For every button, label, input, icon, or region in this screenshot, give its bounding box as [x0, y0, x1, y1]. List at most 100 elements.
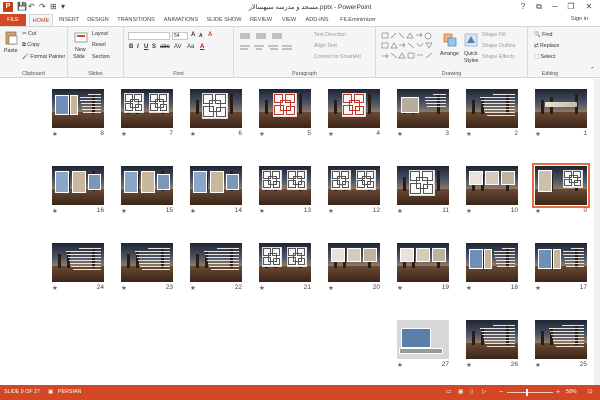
- reset-button[interactable]: Reset: [92, 42, 106, 48]
- slide-thumbnail[interactable]: [328, 89, 380, 128]
- align-text-button[interactable]: Align Text: [314, 43, 337, 49]
- tab-view[interactable]: VIEW: [279, 14, 299, 26]
- replace-button[interactable]: ⇄ Replace: [534, 43, 559, 49]
- ribbon-display-icon[interactable]: ⧉: [532, 1, 546, 13]
- new-slide-icon[interactable]: [74, 31, 88, 45]
- paragraph-format-icons[interactable]: [238, 32, 312, 54]
- arrange-icon[interactable]: [443, 33, 457, 47]
- slide-thumbnail[interactable]: [121, 243, 173, 282]
- paste-button[interactable]: Paste: [4, 48, 18, 54]
- language-indicator[interactable]: PERSIAN: [58, 385, 81, 400]
- font-color-button[interactable]: A: [200, 44, 204, 50]
- format-painter-button[interactable]: 🖌 Format Painter: [22, 54, 65, 60]
- slide-thumbnail[interactable]: [190, 166, 242, 205]
- cut-button[interactable]: ✂ Cut: [22, 31, 36, 37]
- new-slide-dropdown[interactable]: Slide: [73, 54, 85, 60]
- tab-animations[interactable]: ANIMATIONS: [161, 14, 201, 26]
- slide-thumbnail[interactable]: [466, 243, 518, 282]
- convert-smartart-button[interactable]: Convert to SmartArt: [314, 54, 361, 60]
- slide-thumbnail[interactable]: [52, 243, 104, 282]
- slide-thumbnail[interactable]: [532, 163, 590, 208]
- slide-thumbnail[interactable]: [466, 320, 518, 359]
- underline-button[interactable]: U: [144, 44, 148, 50]
- reading-view-icon[interactable]: ▯: [470, 385, 473, 400]
- shape-fill-button[interactable]: Shape Fill: [482, 32, 506, 38]
- slide-thumbnail[interactable]: [52, 89, 104, 128]
- char-spacing-button[interactable]: AV: [174, 44, 182, 50]
- shape-outline-button[interactable]: Shape Outline: [482, 43, 516, 49]
- slide-thumbnail[interactable]: [397, 243, 449, 282]
- tab-addins[interactable]: ADD-INS: [303, 14, 331, 26]
- minimize-icon[interactable]: ─: [548, 1, 562, 13]
- fit-to-window-icon[interactable]: ⊡: [588, 385, 592, 400]
- find-button[interactable]: 🔍 Find: [534, 32, 552, 38]
- slide-thumbnail[interactable]: [535, 243, 587, 282]
- new-slide-button[interactable]: New: [75, 47, 86, 53]
- customize-toolbar-icon[interactable]: ▾: [61, 2, 65, 12]
- shadow-button[interactable]: S: [152, 44, 156, 50]
- italic-button[interactable]: I: [137, 44, 139, 50]
- grow-font-button[interactable]: A: [191, 32, 195, 38]
- slide-thumbnail[interactable]: [259, 166, 311, 205]
- zoom-out-button[interactable]: −: [499, 385, 503, 400]
- slide-thumbnail[interactable]: [397, 320, 449, 359]
- change-case-button[interactable]: Aa: [187, 44, 194, 50]
- tab-design[interactable]: DESIGN: [85, 14, 111, 26]
- strikethrough-button[interactable]: abc: [160, 44, 170, 50]
- shapes-gallery[interactable]: [380, 31, 440, 63]
- font-name-field[interactable]: [128, 32, 170, 40]
- tab-fileminimizer[interactable]: FILEminimizer: [335, 14, 381, 26]
- zoom-level[interactable]: 58%: [566, 385, 577, 400]
- layout-button[interactable]: Layout: [92, 31, 108, 37]
- zoom-slider-thumb[interactable]: [526, 389, 528, 396]
- slide-thumbnail[interactable]: [397, 89, 449, 128]
- help-icon[interactable]: ?: [516, 1, 530, 13]
- slide-thumbnail[interactable]: [52, 166, 104, 205]
- save-icon[interactable]: 💾: [17, 2, 27, 12]
- slide-thumbnail[interactable]: [259, 243, 311, 282]
- tab-insert[interactable]: INSERT: [57, 14, 81, 26]
- zoom-in-button[interactable]: +: [556, 385, 560, 400]
- normal-view-icon[interactable]: ▭: [446, 385, 451, 400]
- close-icon[interactable]: ✕: [582, 1, 596, 13]
- slide-thumbnail[interactable]: [535, 320, 587, 359]
- tab-review[interactable]: REVIEW: [247, 14, 275, 26]
- paste-icon[interactable]: [4, 31, 18, 45]
- section-button[interactable]: Section: [92, 54, 110, 60]
- slide-thumbnail[interactable]: [397, 166, 449, 205]
- slide-thumbnail[interactable]: [466, 166, 518, 205]
- slide-thumbnail[interactable]: [328, 243, 380, 282]
- collapse-ribbon-icon[interactable]: ⌃: [590, 67, 594, 73]
- redo-icon[interactable]: ↷: [39, 2, 46, 12]
- slide-thumbnail[interactable]: [190, 89, 242, 128]
- zoom-slider[interactable]: [507, 392, 553, 393]
- tab-home[interactable]: HOME: [29, 14, 53, 26]
- copy-button[interactable]: ⧉ Copy: [22, 42, 40, 49]
- tab-file[interactable]: FILE: [0, 14, 26, 26]
- tab-slideshow[interactable]: SLIDE SHOW: [205, 14, 243, 26]
- shape-effects-button[interactable]: Shape Effects: [482, 54, 515, 60]
- slide-thumbnail[interactable]: [328, 166, 380, 205]
- maximize-icon[interactable]: ❐: [564, 1, 578, 13]
- start-slideshow-icon[interactable]: ⊞: [50, 2, 57, 12]
- slide-thumbnail[interactable]: [121, 166, 173, 205]
- slideshow-view-icon[interactable]: ▷: [482, 385, 486, 400]
- shrink-font-button[interactable]: A: [199, 33, 203, 39]
- bold-button[interactable]: B: [129, 44, 133, 50]
- slide-thumbnail[interactable]: [535, 89, 587, 128]
- slide-thumbnail[interactable]: [466, 89, 518, 128]
- slide-thumbnail[interactable]: [259, 89, 311, 128]
- spellcheck-icon[interactable]: ▣: [48, 385, 53, 400]
- sign-in-link[interactable]: Sign in: [571, 16, 588, 22]
- arrange-button[interactable]: Arrange: [440, 51, 459, 57]
- quick-styles-button[interactable]: Quick: [464, 51, 478, 57]
- tab-transitions[interactable]: TRANSITIONS: [115, 14, 157, 26]
- text-direction-button[interactable]: Text Direction: [314, 32, 346, 38]
- slide-sorter-view-icon[interactable]: ▦: [458, 385, 463, 400]
- slide-thumbnail[interactable]: [121, 89, 173, 128]
- font-size-field[interactable]: 54: [172, 32, 188, 40]
- select-button[interactable]: ⬚ Select: [534, 54, 555, 60]
- quick-styles-icon[interactable]: [464, 33, 478, 47]
- clear-format-button[interactable]: A: [208, 32, 212, 38]
- quick-styles-dropdown[interactable]: Styles: [464, 58, 478, 64]
